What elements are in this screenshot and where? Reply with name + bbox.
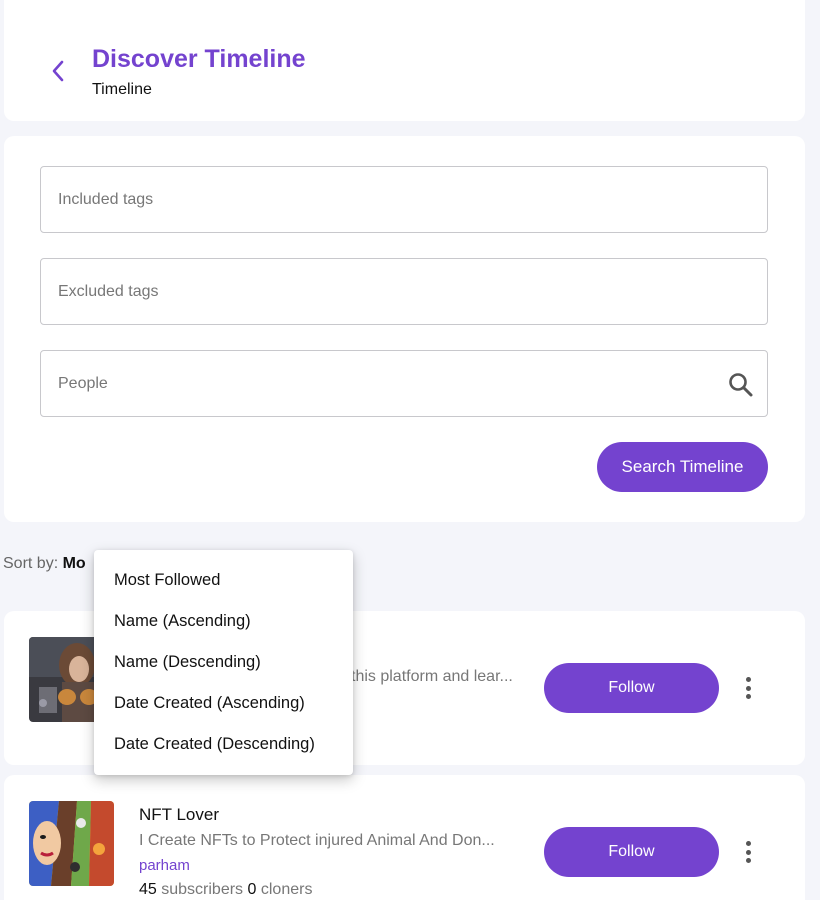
sort-option-name-asc[interactable]: Name (Ascending) (94, 601, 353, 642)
discover-timeline-page: Discover Timeline Timeline Search Timeli… (0, 0, 820, 900)
cloners-label: cloners (260, 881, 313, 898)
timeline-owner-link[interactable]: parham (139, 857, 190, 874)
page-subtitle: Timeline (92, 81, 152, 98)
included-tags-field (40, 166, 768, 233)
timeline-thumbnail[interactable] (29, 801, 114, 886)
timeline-description: I Create NFTs to Protect injured Animal … (139, 832, 495, 849)
sort-row[interactable]: Sort by: Mo (3, 555, 86, 573)
excluded-tags-field (40, 258, 768, 325)
cloners-count: 0 (247, 881, 257, 898)
abstract-art-image (29, 801, 114, 886)
sort-option-date-desc[interactable]: Date Created (Descending) (94, 724, 353, 765)
page-title: Discover Timeline (92, 45, 306, 73)
follow-button[interactable]: Follow (544, 663, 719, 713)
timeline-name: NFT Lover (139, 805, 219, 824)
sort-label: Sort by: (3, 555, 59, 572)
more-options-button[interactable] (738, 837, 758, 867)
more-vertical-icon (745, 841, 751, 846)
subscribers-label: subscribers (161, 881, 244, 898)
filter-card: Search Timeline (4, 136, 805, 522)
people-search-button[interactable] (727, 371, 755, 399)
people-input[interactable] (58, 374, 698, 393)
timeline-description: this platform and lear... (351, 668, 513, 685)
people-field (40, 350, 768, 417)
search-timeline-button[interactable]: Search Timeline (597, 442, 768, 492)
follow-button[interactable]: Follow (544, 827, 719, 877)
more-options-button[interactable] (738, 673, 758, 703)
timeline-stats: 45 subscribers 0 cloners (139, 881, 312, 899)
timeline-card[interactable]: NFT Lover I Create NFTs to Protect injur… (4, 775, 805, 900)
header-card: Discover Timeline Timeline (4, 0, 805, 121)
more-vertical-icon (745, 677, 751, 682)
sort-option-most-followed[interactable]: Most Followed (94, 560, 353, 601)
sort-current-value[interactable]: Mo (63, 555, 86, 572)
sort-option-date-asc[interactable]: Date Created (Ascending) (94, 683, 353, 724)
back-button[interactable] (44, 54, 72, 88)
chevron-left-icon (52, 60, 64, 82)
included-tags-input[interactable] (58, 190, 698, 209)
subscribers-count: 45 (139, 881, 157, 898)
excluded-tags-input[interactable] (58, 282, 698, 301)
sort-dropdown-menu: Most Followed Name (Ascending) Name (Des… (94, 550, 353, 775)
search-icon (729, 373, 753, 397)
sort-option-name-desc[interactable]: Name (Descending) (94, 642, 353, 683)
